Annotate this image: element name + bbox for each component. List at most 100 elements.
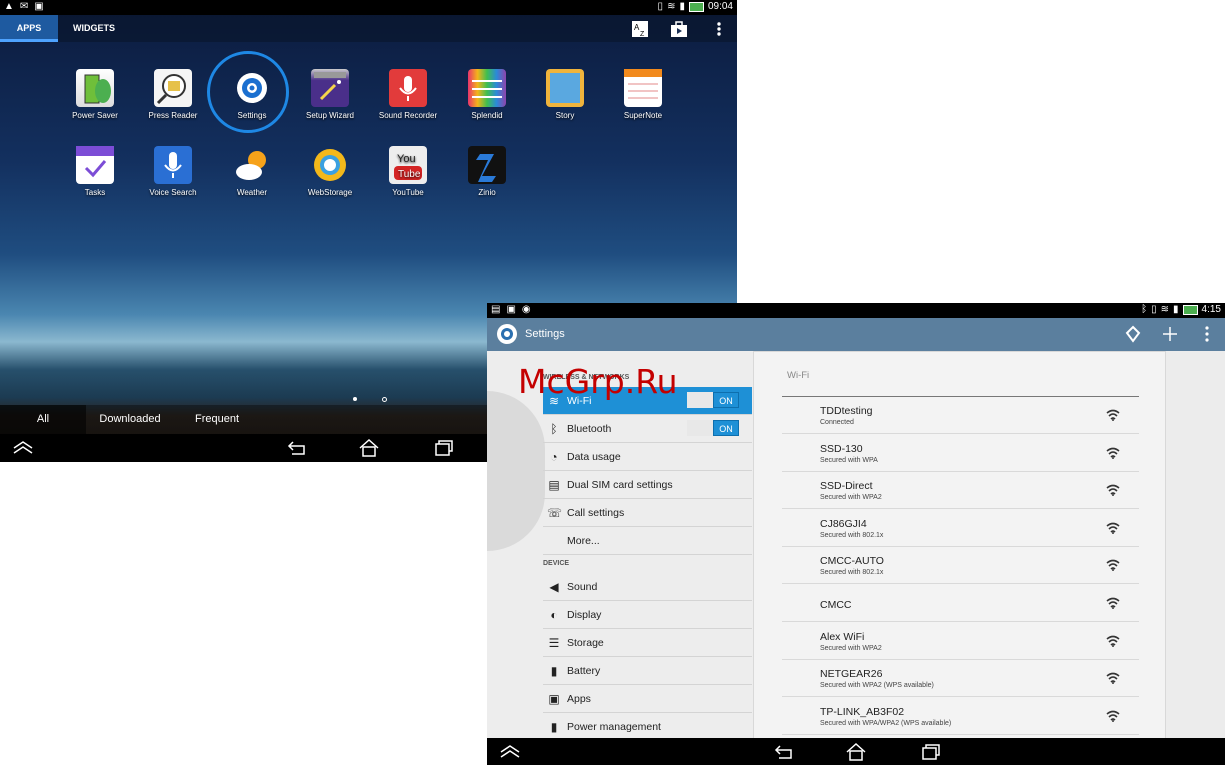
add-icon[interactable] [1160,325,1180,348]
wifi-panel-header: Wi-Fi [787,370,810,381]
home-icon[interactable] [357,438,381,458]
settings-item-apps[interactable]: ▣ Apps [543,685,752,713]
wifi-network-row[interactable]: TP-LINK_AB3F02 Secured with WPA/WPA2 (WPS… [782,698,1139,735]
tab-widgets[interactable]: WIDGETS [58,15,130,42]
phone-icon: ☏ [547,506,563,520]
back-icon[interactable] [284,438,308,458]
wifi-network-row[interactable]: SSD-Direct Secured with WPA2 [782,472,1139,510]
settings-item-display[interactable]: ◐ Display [543,601,752,629]
wifi-network-row[interactable]: SSD-130 Secured with WPA [782,435,1139,472]
wifi-network-row[interactable]: CMCC-AUTO Secured with 802.1x [782,547,1139,585]
app-zinio[interactable]: Zinio [448,146,526,197]
settings-item-sound[interactable]: ◀ Sound [543,573,752,601]
image-icon: ▣ [34,1,44,12]
settings-item-bluetooth[interactable]: ᛒ Bluetooth ON [543,415,752,443]
wifi-signal-icon [1106,635,1120,647]
settings-item-battery[interactable]: ▮ Battery [543,657,752,685]
app-power-saver[interactable]: Power Saver [56,69,134,120]
app-webstorage[interactable]: WebStorage [291,146,369,197]
wifi-toggle[interactable]: ON [687,392,739,408]
vibrate-icon: ▯ [657,1,664,12]
drawer-tab-bar: APPS WIDGETS AZ [0,15,737,42]
sort-az-icon[interactable]: AZ [631,20,649,38]
network-ssid: SSD-130 [820,442,863,455]
wifi-network-row[interactable]: Alex WiFi Secured with WPA2 [782,623,1139,660]
app-splendid[interactable]: Splendid [448,69,526,120]
overflow-menu-icon[interactable] [710,20,728,38]
recent-apps-icon[interactable] [431,438,455,458]
sim-card-icon: ▤ [548,478,560,492]
settings-gear-icon[interactable] [496,323,518,345]
tasks-icon [76,146,114,184]
app-voice-search[interactable]: Voice Search [134,146,212,197]
network-security-status: Connected [820,419,854,426]
app-youtube[interactable]: You Tube You Tube [369,146,447,197]
power-saver-icon [76,69,114,107]
storage-icon: ☰ [548,636,560,650]
overflow-menu-icon[interactable] [1197,325,1217,348]
clock: 09:04 [707,1,733,12]
supernote-icon [624,69,662,107]
zinio-icon [468,146,506,184]
store-icon[interactable] [670,20,688,38]
wifi-signal-icon [1106,522,1120,534]
bluetooth-status-icon: ᛒ [1141,304,1148,315]
app-supernote[interactable]: SuperNote [604,69,682,120]
network-ssid: CJ86GJI4 [820,517,867,530]
menu-chevron-up-icon[interactable] [498,742,522,762]
wifi-network-row[interactable]: NETGEAR26 Secured with WPA2 (WPS availabl… [782,660,1139,698]
speaker-icon: ◀ [549,580,559,594]
wifi-network-row[interactable]: CMCC [782,585,1139,622]
settings-item-call[interactable]: ☏ Call settings [543,499,752,527]
app-weather[interactable]: Weather [213,146,291,197]
menu-chevron-up-icon[interactable] [11,438,35,458]
settings-item-more[interactable]: More... [543,527,752,555]
battery-icon [688,1,704,12]
tab-downloaded[interactable]: Downloaded [86,405,174,434]
tab-apps[interactable]: APPS [0,15,58,42]
app-setup-wizard[interactable]: Setup Wizard [291,69,369,120]
notification-icon: ▤ [491,304,501,315]
display-icon: ◐ [550,608,558,622]
app-press-reader[interactable]: Press Reader [134,69,212,120]
action-bar: Settings [487,318,1225,351]
network-ssid: SSD-Direct [820,480,873,493]
wifi-signal-icon [1106,484,1120,497]
press-reader-icon [154,69,192,107]
settings-item-data-usage[interactable]: ◔ Data usage [543,443,752,471]
app-story[interactable]: Story [526,69,604,120]
recent-apps-icon[interactable] [918,742,942,762]
home-icon[interactable] [844,742,868,762]
wifi-detail-panel: Wi-Fi TDDtesting Connected SSD-130 Secured … [753,351,1166,739]
network-security-status: Secured with WPA2 [820,644,882,652]
decorative-wave [487,391,545,551]
back-icon[interactable] [771,742,795,762]
wifi-status-icon: ≋ [667,1,676,12]
network-ssid: TP-LINK_AB3F02 [820,705,905,718]
network-ssid: NETGEAR26 [820,668,883,681]
network-security-status: Secured with WPA/WPA2 (WPS available) [820,719,952,727]
settings-item-storage[interactable]: ☰ Storage [543,629,752,657]
settings-category-list: WIRELESS & NETWORKS ≋ Wi-Fi ON ᛒ Bluetoo… [487,351,753,741]
network-security-status: Secured with WPA2 [820,494,882,502]
settings-item-dual-sim[interactable]: ▤ Dual SIM card settings [543,471,752,499]
tab-frequent[interactable]: Frequent [174,405,260,434]
app-tasks[interactable]: Tasks [56,146,134,197]
network-security-status: Secured with WPA [820,456,878,464]
battery-icon [1182,304,1198,315]
bluetooth-toggle[interactable]: ON [687,420,739,436]
tab-all[interactable]: All [0,405,86,434]
wifi-network-row[interactable]: CJ86GJI4 Secured with 802.1x [782,510,1139,547]
network-ssid: Alex WiFi [820,630,865,643]
app-settings[interactable]: Settings [213,69,291,120]
svg-text:Tube: Tube [398,169,421,180]
app-sound-recorder[interactable]: Sound Recorder [369,69,447,120]
wifi-network-row[interactable]: TDDtesting Connected [782,397,1139,434]
power-management-icon: ▮ [550,720,558,734]
microphone-icon [389,69,427,107]
wifi-direct-icon[interactable] [1123,325,1143,348]
network-ssid: TDDtesting [820,405,873,417]
network-security-status: Secured with WPA2 (WPS available) [820,682,934,690]
settings-item-power-management[interactable]: ▮ Power management [543,713,752,741]
wifi-signal-icon [1106,710,1120,722]
